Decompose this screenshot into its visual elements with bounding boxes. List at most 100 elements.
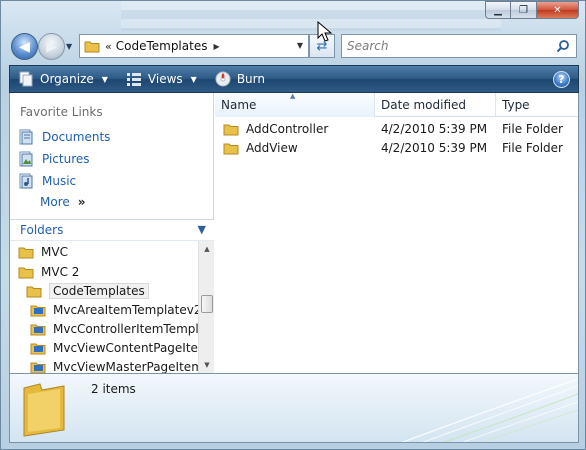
file-date: 4/2/2010 5:39 PM [381, 140, 488, 155]
favorite-link-label: Documents [42, 130, 111, 144]
back-arrow-icon: ◀ [19, 38, 30, 55]
scroll-thumb[interactable] [201, 295, 213, 313]
navigation-pane: Favorite Links Documents Pictures Music … [10, 93, 214, 373]
organize-button[interactable]: Organize ▼ [18, 71, 108, 87]
large-folder-icon [23, 383, 65, 437]
column-header-row: ▲ Name Date modified Type [215, 92, 578, 117]
item-count: 2 items [91, 382, 136, 396]
tree-item-label: CodeTemplates [49, 283, 149, 299]
burn-button[interactable]: Burn [215, 71, 265, 87]
decorative-swoosh [401, 378, 578, 442]
organize-label: Organize [40, 72, 94, 86]
favorite-link-pictures[interactable]: Pictures [18, 151, 90, 167]
tree-item-codetemplates[interactable]: CodeTemplates [26, 283, 149, 299]
column-header-label: Date modified [381, 98, 467, 112]
breadcrumb-arrow-icon[interactable]: ▶ [213, 42, 219, 51]
tree-item-label: MVC 2 [41, 265, 80, 279]
address-bar[interactable]: « CodeTemplates ▶ ▼ [79, 34, 309, 58]
organize-icon [19, 71, 33, 87]
tree-item-mvc2[interactable]: MVC 2 [18, 265, 79, 279]
folders-label: Folders [20, 223, 64, 237]
template-icon [30, 362, 46, 373]
file-row[interactable]: AddController 4/2/2010 5:39 PM File Fold… [215, 119, 578, 138]
forward-arrow-icon: ▶ [46, 38, 57, 55]
burn-label: Burn [236, 72, 265, 86]
mouse-cursor-icon [317, 21, 333, 42]
breadcrumb-overflow[interactable]: « [105, 40, 112, 53]
tree-item-label: MvcViewContentPageItemT [53, 341, 200, 355]
search-placeholder: Search [347, 39, 389, 53]
template-icon [30, 324, 46, 336]
more-label: More [40, 195, 70, 209]
column-header-label: Name [221, 98, 257, 112]
organize-dropdown-icon: ▼ [101, 74, 108, 84]
column-header-type[interactable]: Type [496, 93, 578, 117]
file-row[interactable]: AddView 4/2/2010 5:39 PM File Folder [215, 138, 578, 157]
window-controls: ▁ ❐ ✕ [485, 1, 579, 19]
documents-icon [19, 129, 33, 145]
folder-icon [18, 247, 34, 259]
help-button[interactable]: ? [553, 71, 570, 88]
more-chevron-icon: » [77, 195, 86, 209]
address-dropdown-icon[interactable]: ▼ [297, 41, 303, 50]
music-icon [19, 173, 33, 189]
folders-collapse-icon[interactable]: ▼ [198, 223, 206, 236]
folder-tree-scrollbar[interactable]: ▲ ▼ [198, 241, 214, 373]
details-pane: 2 items [9, 373, 579, 443]
tree-item-label: MVC [41, 245, 68, 259]
folder-open-icon [18, 267, 34, 279]
favorite-links-header: Favorite Links [20, 105, 103, 119]
folders-header[interactable]: Folders ▼ [10, 219, 214, 241]
explorer-window: ▁ ❐ ✕ ◀ ▶ ▼ « CodeTemplates ▶ ▼ ⇄ Search [0, 0, 586, 450]
views-button[interactable]: Views ▼ [126, 72, 197, 86]
tree-item-label: MvcAreaItemTemplatev2.0 [53, 303, 200, 317]
file-name-cell: AddView [223, 141, 298, 155]
file-name: AddController [246, 121, 329, 136]
maximize-button[interactable]: ❐ [511, 1, 537, 19]
favorite-link-label: Music [42, 174, 77, 188]
folder-icon [223, 143, 239, 154]
folder-open-icon [26, 286, 42, 298]
tree-item-label: MvcControllerItemTemplat [53, 322, 200, 336]
content-area: Favorite Links Documents Pictures Music … [9, 92, 579, 373]
views-dropdown-icon: ▼ [190, 74, 197, 84]
back-button[interactable]: ◀ [11, 33, 38, 60]
tree-item-template[interactable]: MvcControllerItemTemplat [30, 322, 200, 336]
burn-disc-icon [215, 71, 231, 87]
favorite-links-more[interactable]: More » [40, 195, 86, 209]
column-header-date[interactable]: Date modified [375, 93, 496, 117]
column-header-name[interactable]: ▲ Name [215, 92, 375, 117]
close-button[interactable]: ✕ [537, 1, 579, 19]
favorite-link-music[interactable]: Music [18, 173, 76, 189]
breadcrumb-current[interactable]: CodeTemplates [116, 39, 208, 53]
tree-item-template[interactable]: MvcViewContentPageItemT [30, 341, 200, 355]
favorite-link-label: Pictures [42, 152, 90, 166]
template-icon [30, 343, 46, 355]
scroll-down-icon[interactable]: ▼ [199, 357, 215, 373]
file-list: ▲ Name Date modified Type AddController [215, 92, 578, 373]
history-dropdown-icon[interactable]: ▼ [66, 42, 72, 51]
file-type: File Folder [502, 121, 563, 136]
search-input[interactable]: Search [341, 34, 577, 58]
file-date: 4/2/2010 5:39 PM [381, 121, 488, 136]
views-label: Views [147, 72, 183, 86]
folder-icon [223, 124, 239, 135]
forward-button[interactable]: ▶ [38, 33, 65, 60]
folder-tree: MVC MVC 2 CodeTemplates MvcAreaItemTempl… [10, 241, 200, 373]
file-name-cell: AddController [223, 122, 328, 136]
tree-item-template[interactable]: MvcAreaItemTemplatev2.0 [30, 303, 200, 317]
template-icon [30, 305, 46, 317]
command-bar: Organize ▼ Views ▼ Burn ? [9, 65, 579, 93]
search-icon[interactable] [556, 39, 570, 53]
tree-item-template[interactable]: MvcViewMasterPageItemTe [30, 360, 200, 373]
tree-item-mvc[interactable]: MVC [18, 245, 68, 259]
folder-icon [84, 41, 100, 53]
minimize-button[interactable]: ▁ [485, 1, 511, 19]
file-type: File Folder [502, 140, 563, 155]
file-name: AddView [246, 140, 298, 155]
column-header-label: Type [502, 98, 530, 112]
views-icon [126, 73, 141, 86]
tree-item-label: MvcViewMasterPageItemTe [53, 360, 200, 373]
scroll-up-icon[interactable]: ▲ [199, 241, 215, 257]
favorite-link-documents[interactable]: Documents [18, 129, 110, 145]
